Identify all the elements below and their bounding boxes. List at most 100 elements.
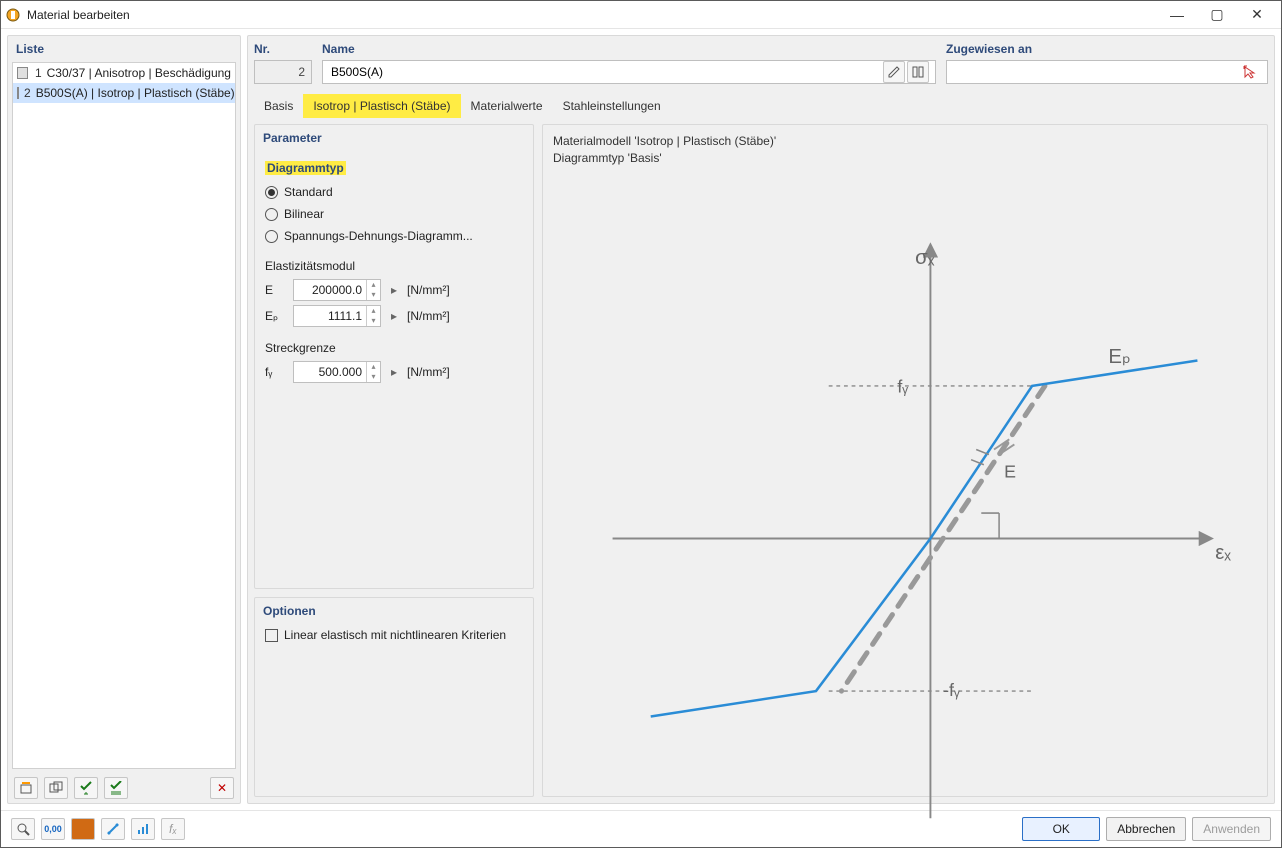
list-item-index: 1 (33, 66, 42, 80)
eps-axis-label: εₓ (1215, 541, 1231, 563)
yield-label: Streckgrenze (265, 341, 523, 355)
list-header: Liste (8, 36, 240, 62)
radio-standard-label: Standard (284, 185, 333, 199)
tab-content: Parameter Diagrammtyp Standard Bilinear (248, 118, 1274, 803)
help-button[interactable] (11, 818, 35, 840)
diagram-type-label: Diagrammtyp (265, 161, 523, 175)
member-icon (106, 822, 120, 836)
tab-basis[interactable]: Basis (254, 94, 303, 118)
radio-icon (265, 208, 278, 221)
top-fields: Nr. 2 Name (248, 36, 1274, 84)
function-button[interactable]: fₓ (161, 818, 185, 840)
tab-materialwerte[interactable]: Materialwerte (461, 94, 553, 118)
diagram-button[interactable] (131, 818, 155, 840)
new-item-button[interactable] (14, 777, 38, 799)
delete-item-button[interactable]: ✕ (210, 777, 234, 799)
step-arrow-icon[interactable]: ▸ (387, 365, 401, 379)
titlebar: Material bearbeiten — ▢ ✕ (1, 1, 1281, 29)
diagram-header: Materialmodell 'Isotrop | Plastisch (Stä… (543, 125, 1267, 175)
fy-diagram-label: fᵧ (897, 376, 908, 396)
-fy-diagram-label: -fᵧ (943, 680, 960, 700)
check-down-button[interactable] (74, 777, 98, 799)
edit-icon (887, 65, 901, 79)
assigned-input-wrapper (946, 60, 1268, 84)
diagram-panel: Materialmodell 'Isotrop | Plastisch (Stä… (542, 124, 1268, 797)
Ep-input[interactable]: 1111.1 ▴▾ (293, 305, 381, 327)
radio-bilinear-label: Bilinear (284, 207, 324, 221)
diagram-header-line1: Materialmodell 'Isotrop | Plastisch (Stä… (553, 133, 1257, 150)
name-label: Name (322, 42, 936, 56)
material-swatch-icon (17, 67, 28, 79)
sigma-axis-label: σₓ (915, 246, 935, 268)
elasticity-label: Elastizitätsmodul (265, 259, 523, 273)
minimize-button[interactable]: — (1157, 1, 1197, 29)
assigned-input[interactable] (953, 61, 1239, 83)
fy-label: fᵧ (265, 365, 287, 379)
radio-stress-strain[interactable]: Spannungs-Dehnungs-Diagramm... (265, 225, 523, 247)
nr-field: Nr. 2 (254, 42, 312, 84)
member-button[interactable] (101, 818, 125, 840)
fy-value: 500.000 (294, 365, 366, 379)
assigned-field: Zugewiesen an (946, 42, 1268, 84)
checkbox-icon (265, 629, 278, 642)
material-swatch-icon (17, 87, 19, 99)
E-value: 200000.0 (294, 283, 366, 297)
edit-material-dialog: Material bearbeiten — ▢ ✕ Liste 1 C30/37… (0, 0, 1282, 848)
name-input-wrapper (322, 60, 936, 84)
linear-elastic-checkbox[interactable]: Linear elastisch mit nichtlinearen Krite… (255, 624, 533, 646)
linear-elastic-label: Linear elastisch mit nichtlinearen Krite… (284, 628, 506, 642)
fy-input[interactable]: 500.000 ▴▾ (293, 361, 381, 383)
stress-strain-diagram: σₓ εₓ fᵧ -fᵧ E Eₚ (549, 181, 1261, 845)
copy-item-button[interactable] (44, 777, 68, 799)
color-swatch-button[interactable] (71, 818, 95, 840)
window-title: Material bearbeiten (27, 8, 1157, 22)
options-panel: Optionen Linear elastisch mit nichtlinea… (254, 597, 534, 797)
parameter-panel: Parameter Diagrammtyp Standard Bilinear (254, 124, 534, 589)
check-downall-button[interactable] (104, 777, 128, 799)
nr-value: 2 (254, 60, 312, 84)
Ep-value: 1111.1 (294, 309, 366, 323)
name-input[interactable] (329, 61, 883, 83)
assigned-label: Zugewiesen an (946, 42, 1268, 56)
list-item[interactable]: 2 B500S(A) | Isotrop | Plastisch (Stäbe) (13, 83, 235, 103)
list-item-label: C30/37 | Anisotrop | Beschädigung (47, 66, 231, 80)
Ep-diagram-label: Eₚ (1108, 346, 1130, 368)
right-panel: Nr. 2 Name (247, 35, 1275, 804)
main-content: Liste 1 C30/37 | Anisotrop | Beschädigun… (1, 29, 1281, 810)
pick-assigned-button[interactable] (1239, 61, 1261, 83)
nr-label: Nr. (254, 42, 312, 56)
chart-icon (136, 822, 150, 836)
fy-unit: [N/mm²] (407, 365, 450, 379)
material-list[interactable]: 1 C30/37 | Anisotrop | Beschädigung 2 B5… (12, 62, 236, 769)
spinner-icon[interactable]: ▴▾ (366, 306, 380, 326)
radio-bilinear[interactable]: Bilinear (265, 203, 523, 225)
tab-isotrop-plastisch[interactable]: Isotrop | Plastisch (Stäbe) (303, 94, 460, 118)
edit-name-button[interactable] (883, 61, 905, 83)
E-input[interactable]: 200000.0 ▴▾ (293, 279, 381, 301)
options-title: Optionen (255, 598, 533, 624)
book-icon (911, 65, 925, 79)
E-row: E 200000.0 ▴▾ ▸ [N/mm²] (265, 277, 523, 303)
material-list-panel: Liste 1 C30/37 | Anisotrop | Beschädigun… (7, 35, 241, 804)
radio-icon (265, 230, 278, 243)
parameter-column: Parameter Diagrammtyp Standard Bilinear (254, 124, 534, 797)
spinner-icon[interactable]: ▴▾ (366, 362, 380, 382)
Ep-row: Eₚ 1111.1 ▴▾ ▸ [N/mm²] (265, 303, 523, 329)
units-button[interactable]: 0,00 (41, 818, 65, 840)
close-button[interactable]: ✕ (1237, 1, 1277, 29)
radio-standard[interactable]: Standard (265, 181, 523, 203)
maximize-button[interactable]: ▢ (1197, 1, 1237, 29)
step-arrow-icon[interactable]: ▸ (387, 309, 401, 323)
step-arrow-icon[interactable]: ▸ (387, 283, 401, 297)
library-button[interactable] (907, 61, 929, 83)
list-toolbar: ✕ (8, 773, 240, 803)
tab-stahleinstellungen[interactable]: Stahleinstellungen (553, 94, 671, 118)
diagram-header-line2: Diagrammtyp 'Basis' (553, 150, 1257, 167)
spinner-icon[interactable]: ▴▾ (366, 280, 380, 300)
tab-bar: Basis Isotrop | Plastisch (Stäbe) Materi… (254, 94, 1268, 118)
Ep-unit: [N/mm²] (407, 309, 450, 323)
fy-row: fᵧ 500.000 ▴▾ ▸ [N/mm²] (265, 359, 523, 385)
radio-stress-strain-label: Spannungs-Dehnungs-Diagramm... (284, 229, 473, 243)
list-item[interactable]: 1 C30/37 | Anisotrop | Beschädigung (13, 63, 235, 83)
parameter-title: Parameter (255, 125, 533, 151)
